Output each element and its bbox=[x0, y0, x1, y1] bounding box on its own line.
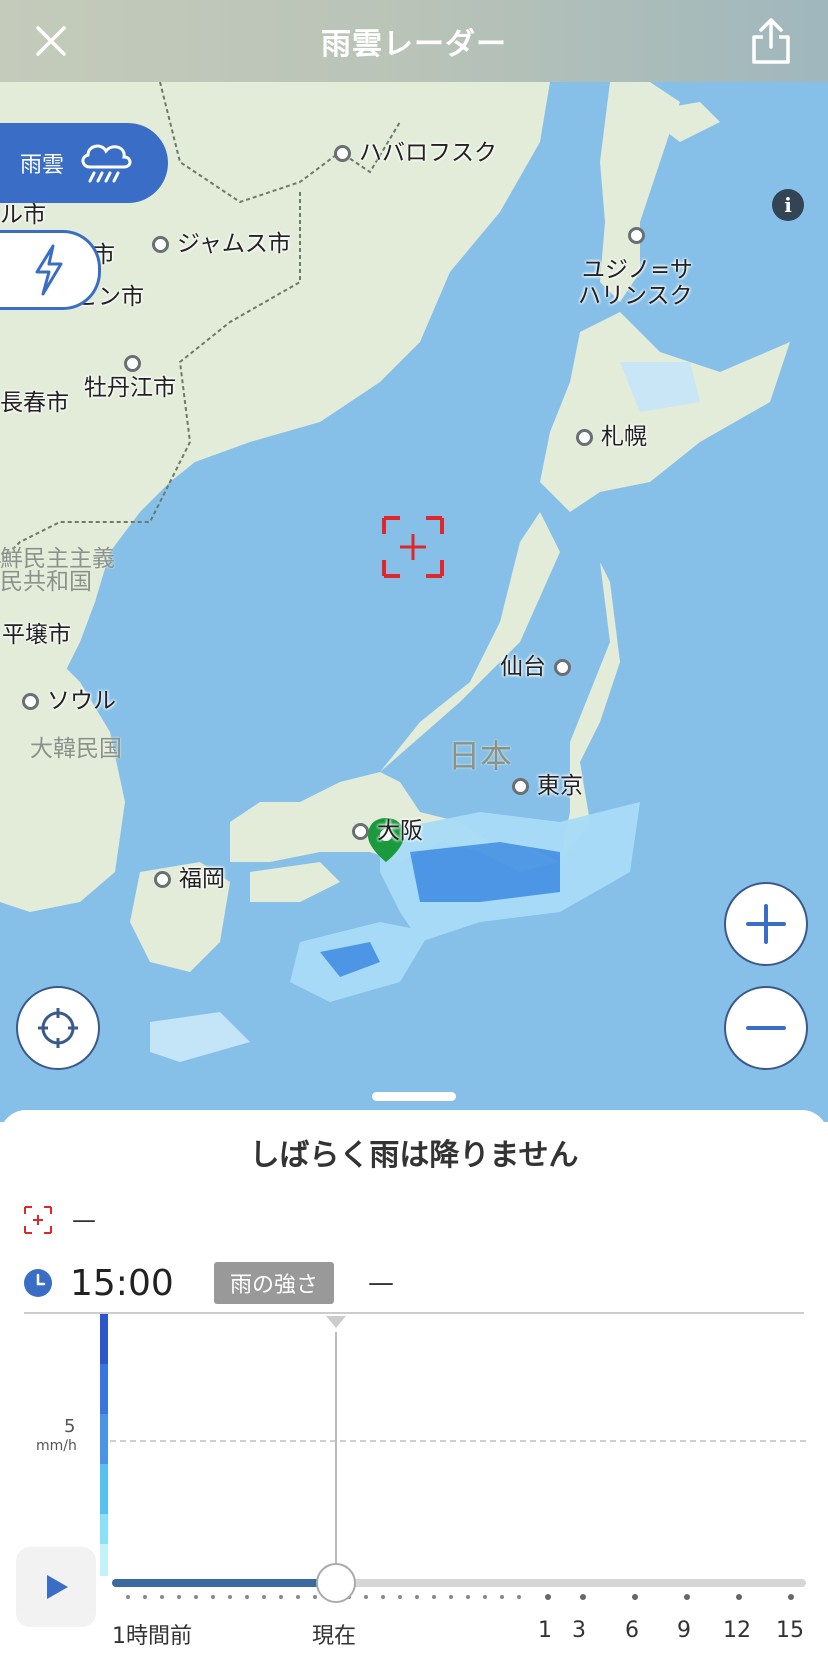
timeline-major-tick bbox=[545, 1594, 551, 1600]
plus-icon bbox=[746, 904, 786, 944]
timeline-tick-dot bbox=[296, 1595, 300, 1599]
timeline-tick-dot bbox=[313, 1595, 317, 1599]
app-header: 雨雲レーダー bbox=[0, 0, 828, 82]
lightning-icon bbox=[35, 244, 63, 296]
timeline-tick-dot bbox=[483, 1595, 487, 1599]
city-changchun: 長春市 bbox=[0, 390, 69, 416]
timeline-progress bbox=[112, 1579, 336, 1587]
timeline-tick-dot bbox=[364, 1595, 368, 1599]
timeline-tick-dot bbox=[160, 1595, 164, 1599]
time-row: 15:00 雨の強さ — bbox=[24, 1262, 394, 1304]
timeline-tick-dot bbox=[177, 1595, 181, 1599]
region-korea: 大韓民国 bbox=[30, 736, 122, 762]
timeline-major-tick bbox=[736, 1594, 742, 1600]
locate-icon bbox=[38, 1008, 78, 1048]
y-axis-unit: mm/h bbox=[36, 1438, 77, 1454]
city-fukuoka: 福岡 bbox=[154, 866, 225, 892]
tick-label-1: 1 bbox=[538, 1618, 552, 1643]
timeline-tick-dot bbox=[143, 1595, 147, 1599]
city-sapporo: 札幌 bbox=[576, 424, 647, 450]
city-mudanjiang-dot bbox=[124, 350, 149, 376]
timeline-major-tick bbox=[684, 1594, 690, 1600]
now-marker bbox=[326, 1316, 346, 1328]
city-yuzhno-2: ハリンスク bbox=[578, 283, 693, 309]
map-background bbox=[0, 82, 828, 1122]
time-value: 15:00 bbox=[70, 1262, 174, 1304]
tick-label-9: 9 bbox=[677, 1618, 691, 1643]
intensity-badge: 雨の強さ bbox=[214, 1262, 335, 1304]
timeline-tick-dot bbox=[211, 1595, 215, 1599]
close-button[interactable] bbox=[24, 14, 78, 68]
timeline-tick-dot bbox=[398, 1595, 402, 1599]
sheet-drag-handle[interactable] bbox=[372, 1092, 456, 1101]
intensity-value: — bbox=[368, 1268, 395, 1298]
city-mudanjiang: 牡丹江市 bbox=[84, 375, 176, 401]
timeline-tick-dot bbox=[466, 1595, 470, 1599]
tick-label-now: 現在 bbox=[312, 1624, 357, 1649]
clock-icon bbox=[24, 1269, 52, 1297]
city-pyongyang: 平壌市 bbox=[2, 622, 71, 648]
timeline-tick-dot bbox=[449, 1595, 453, 1599]
y-axis-value: 5 bbox=[64, 1416, 76, 1437]
timeline-slider-thumb[interactable] bbox=[316, 1563, 356, 1603]
city-sendai: 仙台 bbox=[500, 654, 571, 680]
crosshair-icon bbox=[24, 1206, 52, 1234]
forecast-sheet: しばらく雨は降りません — 15:00 雨の強さ — 5 mm/h 1時間前 現… bbox=[0, 1110, 828, 1659]
zoom-in-button[interactable] bbox=[724, 882, 808, 966]
selected-location-row: — bbox=[24, 1206, 96, 1234]
share-button[interactable] bbox=[744, 14, 798, 68]
info-icon: i bbox=[784, 193, 792, 217]
city-khabarovsk: ハバロフスク bbox=[334, 140, 497, 166]
timeline-tick-dot bbox=[500, 1595, 504, 1599]
tick-label-12: 12 bbox=[723, 1618, 751, 1643]
city-yuzhno-dot bbox=[628, 222, 653, 248]
tick-label-15: 15 bbox=[776, 1618, 804, 1643]
forecast-title: しばらく雨は降りません bbox=[249, 1138, 579, 1173]
divider bbox=[24, 1312, 804, 1314]
location-value: — bbox=[72, 1206, 96, 1234]
play-button[interactable] bbox=[16, 1547, 96, 1627]
region-north-korea-2: 民共和国 bbox=[0, 569, 92, 595]
timeline-tick-dot bbox=[228, 1595, 232, 1599]
region-japan: 日本 bbox=[448, 737, 513, 775]
city-seoul: ソウル bbox=[22, 688, 116, 714]
timeline-major-tick bbox=[788, 1594, 794, 1600]
rain-cloud-icon bbox=[81, 144, 132, 183]
lightning-layer-button[interactable] bbox=[0, 230, 101, 310]
share-icon bbox=[752, 18, 790, 64]
city-yuzhno-1: ユジノ=サ bbox=[582, 257, 693, 283]
now-line bbox=[335, 1332, 337, 1578]
timeline-tick-dot bbox=[415, 1595, 419, 1599]
city-partial-1: ル市 bbox=[0, 202, 46, 228]
timeline-major-tick bbox=[580, 1594, 586, 1600]
info-button[interactable]: i bbox=[772, 189, 804, 221]
tick-label-3: 3 bbox=[572, 1618, 586, 1643]
city-jiamusi: ジャムス市 bbox=[152, 231, 291, 257]
intensity-scale-bar bbox=[100, 1314, 108, 1576]
reference-line bbox=[110, 1440, 806, 1442]
radar-map[interactable]: ハバロフスク ル市 市 ジャムス市 ハルビン市 牡丹江市 長春市 ユジノ=サ ハ… bbox=[0, 82, 828, 1122]
play-icon bbox=[47, 1575, 68, 1599]
city-osaka: 大阪 bbox=[352, 818, 423, 844]
city-tokyo: 東京 bbox=[512, 773, 583, 799]
timeline-tick-dot bbox=[262, 1595, 266, 1599]
rain-cloud-layer-button[interactable]: 雨雲 bbox=[0, 123, 168, 203]
page-title: 雨雲レーダー bbox=[321, 27, 507, 62]
timeline-tick-dot bbox=[279, 1595, 283, 1599]
minus-icon bbox=[746, 1026, 786, 1030]
timeline-tick-dot bbox=[381, 1595, 385, 1599]
timeline-tick-dot bbox=[194, 1595, 198, 1599]
timeline-tick-dot bbox=[432, 1595, 436, 1599]
current-location-button[interactable] bbox=[16, 986, 100, 1070]
timeline-tick-dot bbox=[245, 1595, 249, 1599]
zoom-out-button[interactable] bbox=[724, 986, 808, 1070]
close-icon bbox=[36, 26, 66, 56]
timeline-major-tick bbox=[632, 1594, 638, 1600]
timeline-tick-dot bbox=[126, 1595, 130, 1599]
tick-label-6: 6 bbox=[625, 1618, 639, 1643]
timeline-tick-dot bbox=[517, 1595, 521, 1599]
tick-label-1h-ago: 1時間前 bbox=[112, 1624, 192, 1649]
layer-label: 雨雲 bbox=[20, 153, 65, 178]
